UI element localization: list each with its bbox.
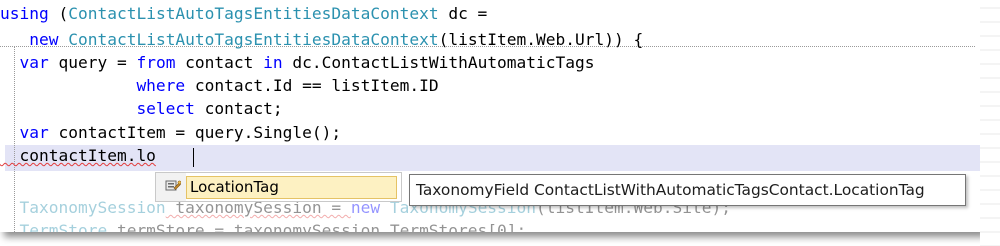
code-line: using (ContactListAutoTagsEntitiesDataCo… xyxy=(0,3,487,25)
code-token: var xyxy=(0,123,49,142)
property-icon xyxy=(165,180,181,191)
code-token: (listItem.Web.Url)) { xyxy=(438,30,644,49)
completion-item-locationtag[interactable]: LocationTag xyxy=(186,176,397,199)
code-token: termStore = taxonomySession.TermStores[0… xyxy=(107,221,527,232)
code-token: using xyxy=(0,4,49,23)
text-caret xyxy=(193,148,194,167)
code-token: ContactListAutoTagsEntitiesDataContext xyxy=(68,4,439,23)
code-token: TermStore xyxy=(0,221,108,232)
code-token: from xyxy=(136,53,176,72)
code-token: select xyxy=(0,99,195,118)
code-token: contact.Id == listItem.ID xyxy=(185,76,439,95)
code-token: contactItem.lo xyxy=(0,146,156,165)
code-line: new ContactListAutoTagsEntitiesDataConte… xyxy=(0,29,643,51)
code-line: select contact; xyxy=(0,98,283,120)
code-line: var contactItem = query.Single(); xyxy=(0,122,341,144)
code-token: dc.ContactListWithAutomaticTags xyxy=(282,53,595,72)
code-token: contactItem = query.Single(); xyxy=(48,123,342,142)
code-line: var query = from contact in dc.ContactLi… xyxy=(0,52,595,74)
code-token: dc = xyxy=(438,4,488,23)
code-token: var xyxy=(0,53,49,72)
code-token: in xyxy=(263,53,283,72)
code-token: query = xyxy=(48,53,137,72)
code-token: contact; xyxy=(194,99,283,118)
code-line: where contact.Id == listItem.ID xyxy=(0,75,439,97)
code-token: TaxonomySession xyxy=(0,198,166,217)
code-token: new xyxy=(0,30,69,49)
code-line: contactItem.lo xyxy=(0,145,156,167)
code-line: TermStore termStore = taxonomySession.Te… xyxy=(0,220,526,232)
code-token: where xyxy=(0,76,186,95)
torn-edge xyxy=(980,0,1000,246)
code-token: contact xyxy=(175,53,264,72)
code-editor-screenshot: using (ContactListAutoTagsEntitiesDataCo… xyxy=(0,0,982,232)
code-token: ( xyxy=(48,4,69,23)
code-token: ContactListAutoTagsEntitiesDataContext xyxy=(68,30,439,49)
completion-tooltip: TaxonomyField ContactListWithAutomaticTa… xyxy=(409,174,966,206)
